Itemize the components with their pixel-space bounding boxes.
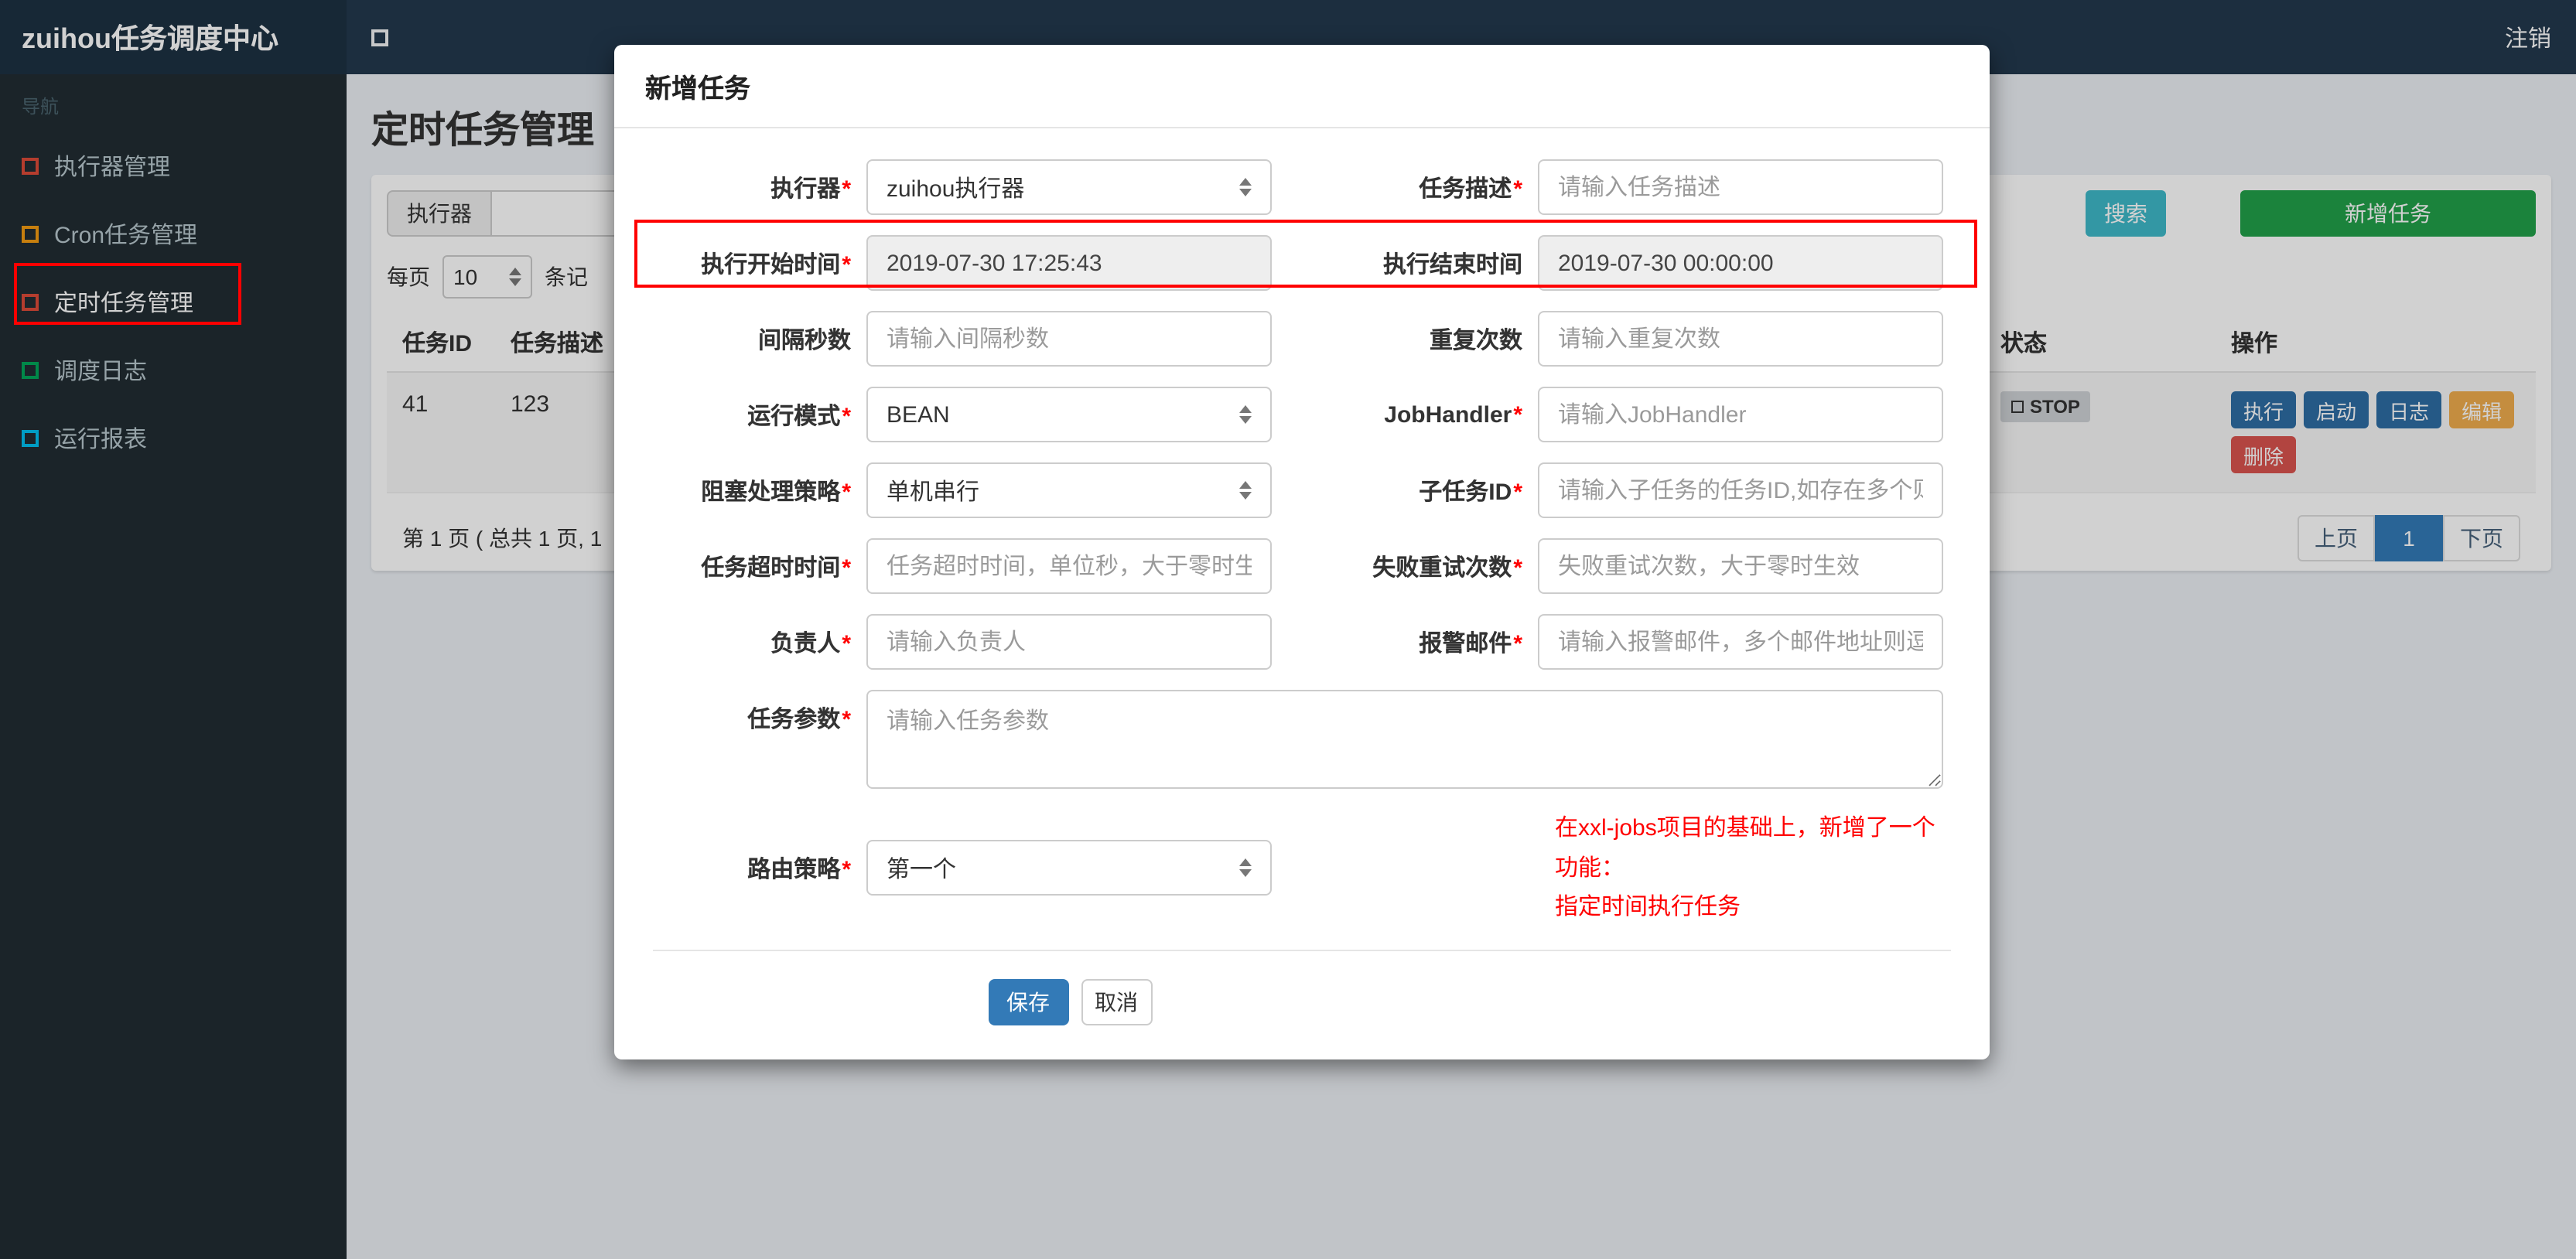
form-row: 间隔秒数 重复次数 bbox=[653, 311, 1951, 367]
jobhandler-label: JobHandler * bbox=[1384, 401, 1522, 428]
required-asterisk: * bbox=[1513, 401, 1522, 428]
job-params-textarea[interactable] bbox=[866, 690, 1943, 789]
timeout-input[interactable] bbox=[866, 538, 1272, 594]
select-arrows-icon bbox=[1239, 405, 1252, 424]
app-root: zuihou任务调度中心 注销 导航 执行器管理 Cron任务管理 定时任务管理… bbox=[0, 0, 2576, 1259]
required-asterisk: * bbox=[1513, 630, 1522, 657]
select-value: BEAN bbox=[887, 401, 950, 428]
start-time-label: 执行开始时间 * bbox=[701, 251, 851, 278]
required-asterisk: * bbox=[842, 251, 851, 278]
run-mode-select[interactable]: BEAN bbox=[866, 387, 1272, 442]
end-time-input[interactable] bbox=[1538, 235, 1943, 291]
form-row-route: 路由策略 * 第一个 在xxl-jobs项目的基础上，新增了一个功能： 指定时间执… bbox=[653, 809, 1951, 927]
select-value: 第一个 bbox=[887, 856, 957, 883]
select-arrows-icon bbox=[1239, 858, 1252, 878]
block-strategy-select[interactable]: 单机串行 bbox=[866, 462, 1272, 518]
form-row: 执行器 * zuihou执行器 任务描述 * bbox=[653, 159, 1951, 215]
executor-select[interactable]: zuihou执行器 bbox=[866, 159, 1272, 215]
feature-note-line2: 指定时间执行任务 bbox=[1555, 894, 1741, 920]
job-params-label: 任务参数 * bbox=[747, 707, 851, 733]
alarm-email-input[interactable] bbox=[1538, 614, 1943, 670]
form-row: 阻塞处理策略 * 单机串行 子任务ID * bbox=[653, 462, 1951, 518]
owner-label: 负责人 * bbox=[770, 630, 851, 657]
feature-note-line1: 在xxl-jobs项目的基础上，新增了一个功能： bbox=[1555, 815, 1935, 881]
form-row: 任务超时时间* 失败重试次数* bbox=[653, 538, 1951, 594]
retry-count-input[interactable] bbox=[1538, 538, 1943, 594]
repeat-count-input[interactable] bbox=[1538, 311, 1943, 367]
required-asterisk: * bbox=[842, 554, 851, 581]
form-row: 负责人* 报警邮件* bbox=[653, 614, 1951, 670]
route-strategy-label: 路由策略 * bbox=[747, 856, 851, 883]
required-asterisk: * bbox=[842, 479, 851, 505]
required-asterisk: * bbox=[1513, 176, 1522, 202]
child-job-input[interactable] bbox=[1538, 462, 1943, 518]
block-strategy-label: 阻塞处理策略 * bbox=[701, 479, 851, 505]
required-asterisk: * bbox=[1513, 554, 1522, 581]
modal-body: 执行器* zuihou执行器 任务描述* 执行开始时间* 执行结束时间 间隔秒数 bbox=[614, 128, 1990, 927]
required-asterisk: * bbox=[842, 630, 851, 657]
required-asterisk: * bbox=[842, 707, 851, 733]
modal-footer: 保存 取消 bbox=[653, 949, 1951, 1059]
select-arrows-icon bbox=[1239, 178, 1252, 196]
required-asterisk: * bbox=[842, 856, 851, 883]
required-asterisk: * bbox=[842, 176, 851, 202]
interval-label: 间隔秒数 bbox=[757, 327, 851, 353]
repeat-count-label: 重复次数 bbox=[1429, 327, 1522, 353]
cancel-button[interactable]: 取消 bbox=[1081, 978, 1152, 1025]
job-desc-label: 任务描述 * bbox=[1419, 176, 1522, 202]
form-row: 运行模式 * BEAN JobHandler * bbox=[653, 387, 1951, 442]
executor-label: 执行器 * bbox=[770, 176, 851, 202]
end-time-label: 执行结束时间 bbox=[1382, 251, 1522, 278]
feature-note: 在xxl-jobs项目的基础上，新增了一个功能： 指定时间执行任务 bbox=[1555, 809, 1951, 927]
required-asterisk: * bbox=[842, 403, 851, 429]
route-strategy-select[interactable]: 第一个 bbox=[866, 840, 1272, 896]
add-task-modal: 新增任务 执行器* zuihou执行器 任务描述* 执行开始时间* 执行结束时间 bbox=[614, 45, 1990, 1059]
select-arrows-icon bbox=[1239, 481, 1252, 500]
jobhandler-input[interactable] bbox=[1538, 387, 1943, 442]
select-value: 单机串行 bbox=[887, 479, 980, 505]
alarm-email-label: 报警邮件 * bbox=[1419, 630, 1522, 657]
job-desc-input[interactable] bbox=[1538, 159, 1943, 215]
owner-input[interactable] bbox=[866, 614, 1272, 670]
child-job-label: 子任务ID * bbox=[1419, 479, 1522, 505]
save-button[interactable]: 保存 bbox=[988, 978, 1068, 1025]
required-asterisk: * bbox=[1513, 479, 1522, 505]
retry-count-label: 失败重试次数 * bbox=[1372, 554, 1522, 581]
timeout-label: 任务超时时间 * bbox=[701, 554, 851, 581]
start-time-input[interactable] bbox=[866, 235, 1272, 291]
run-mode-label: 运行模式 * bbox=[747, 403, 851, 429]
modal-title: 新增任务 bbox=[614, 45, 1990, 128]
select-value: zuihou执行器 bbox=[887, 176, 1025, 202]
form-row-dates: 执行开始时间* 执行结束时间 bbox=[653, 235, 1951, 291]
interval-input[interactable] bbox=[866, 311, 1272, 367]
form-row-params: 任务参数 * bbox=[653, 690, 1951, 789]
